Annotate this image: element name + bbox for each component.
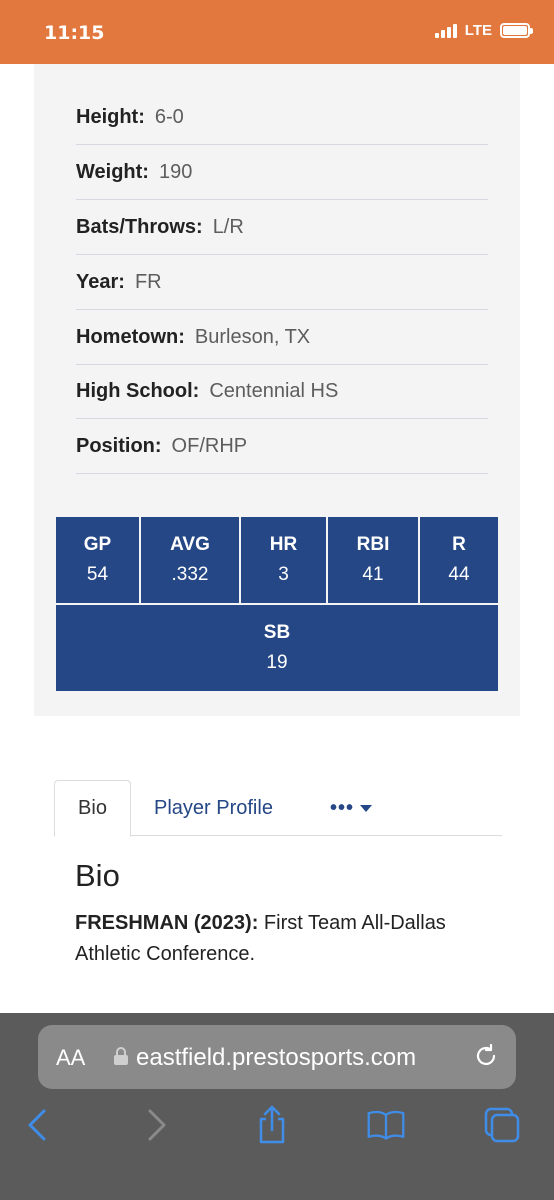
status-indicators: LTE — [434, 22, 533, 39]
info-value: 190 — [158, 160, 193, 183]
info-value: FR — [134, 270, 162, 293]
stat-header: AVG — [170, 534, 210, 555]
info-row-high-school: High School: Centennial HS — [76, 364, 488, 419]
stat-value: 19 — [266, 652, 288, 673]
tab-bio[interactable]: Bio — [54, 780, 131, 837]
chevron-left-icon[interactable] — [18, 1105, 58, 1145]
reload-icon[interactable] — [472, 1042, 500, 1070]
network-type: LTE — [464, 22, 492, 39]
tab-more-dropdown[interactable]: ••• — [330, 780, 373, 836]
info-row-year: Year: FR — [76, 255, 488, 310]
stats-row: SB 19 — [56, 605, 498, 691]
bio-season-label: FRESHMAN (2023): — [75, 912, 259, 934]
info-label: Hometown: — [76, 325, 185, 348]
stat-value: 3 — [278, 564, 289, 585]
info-label: Year: — [76, 270, 125, 293]
stat-cell-r: R 44 — [420, 517, 498, 603]
battery-icon — [500, 23, 533, 38]
info-value: Burleson, TX — [194, 325, 311, 348]
info-value: OF/RHP — [171, 434, 248, 457]
tab-player-profile[interactable]: Player Profile — [154, 780, 273, 836]
info-label: Weight: — [76, 160, 149, 183]
info-row-hometown: Hometown: Burleson, TX — [76, 310, 488, 365]
player-card: Height: 6-0 Weight: 190 Bats/Throws: L/R… — [34, 64, 520, 716]
stat-value: 54 — [86, 564, 109, 585]
aa-label: AA — [56, 1045, 86, 1070]
info-row-weight: Weight: 190 — [76, 145, 488, 200]
stat-cell-sb: SB 19 — [56, 605, 498, 691]
stat-value: .332 — [171, 564, 209, 585]
stat-header: SB — [263, 622, 291, 643]
info-value: Centennial HS — [209, 379, 339, 402]
stat-cell-gp: GP 54 — [56, 517, 139, 603]
info-label: High School: — [76, 379, 200, 402]
signal-icon — [434, 23, 457, 38]
stat-cell-rbi: RBI 41 — [328, 517, 418, 603]
bio-text: FRESHMAN (2023): First Team All-Dallas A… — [75, 908, 495, 970]
stat-header: GP — [83, 534, 112, 555]
stats-row: GP 54 AVG .332 HR 3 RBI 41 R 44 — [56, 517, 498, 603]
info-value: 6-0 — [154, 105, 184, 128]
info-row-position: Position: OF/RHP — [76, 419, 488, 474]
browser-bar: AA eastfield.prestosports.com — [0, 1013, 554, 1200]
info-label: Bats/Throws: — [76, 215, 203, 238]
tab-bar: Bio Player Profile ••• — [54, 780, 502, 837]
stats-table: GP 54 AVG .332 HR 3 RBI 41 R 44 SB 19 — [56, 517, 498, 691]
stat-cell-avg: AVG .332 — [141, 517, 239, 603]
address-bar[interactable]: AA eastfield.prestosports.com — [38, 1025, 516, 1089]
chevron-right-icon[interactable] — [136, 1105, 176, 1145]
more-dots: ••• — [330, 796, 355, 819]
reader-options-button[interactable]: AA — [56, 1045, 85, 1071]
status-time: 11:15 — [44, 22, 105, 44]
stat-cell-hr: HR 3 — [241, 517, 326, 603]
info-value: L/R — [212, 215, 244, 238]
status-bar: 11:15 LTE — [0, 0, 554, 64]
stat-value: 44 — [448, 564, 470, 585]
stat-header: RBI — [356, 534, 390, 555]
stat-header: R — [452, 534, 466, 555]
info-row-height: Height: 6-0 — [76, 90, 488, 145]
url-text: eastfield.prestosports.com — [136, 1044, 417, 1071]
share-icon[interactable] — [252, 1105, 292, 1145]
stat-header: HR — [269, 534, 298, 555]
book-icon[interactable] — [366, 1105, 406, 1145]
caret-down-icon — [360, 804, 373, 812]
info-label: Height: — [76, 105, 145, 128]
info-label: Position: — [76, 434, 162, 457]
stat-value: 41 — [362, 564, 384, 585]
tabs-icon[interactable] — [482, 1105, 522, 1145]
bio-heading: Bio — [75, 858, 120, 893]
lock-icon — [114, 1047, 128, 1065]
info-row-bats-throws: Bats/Throws: L/R — [76, 200, 488, 255]
